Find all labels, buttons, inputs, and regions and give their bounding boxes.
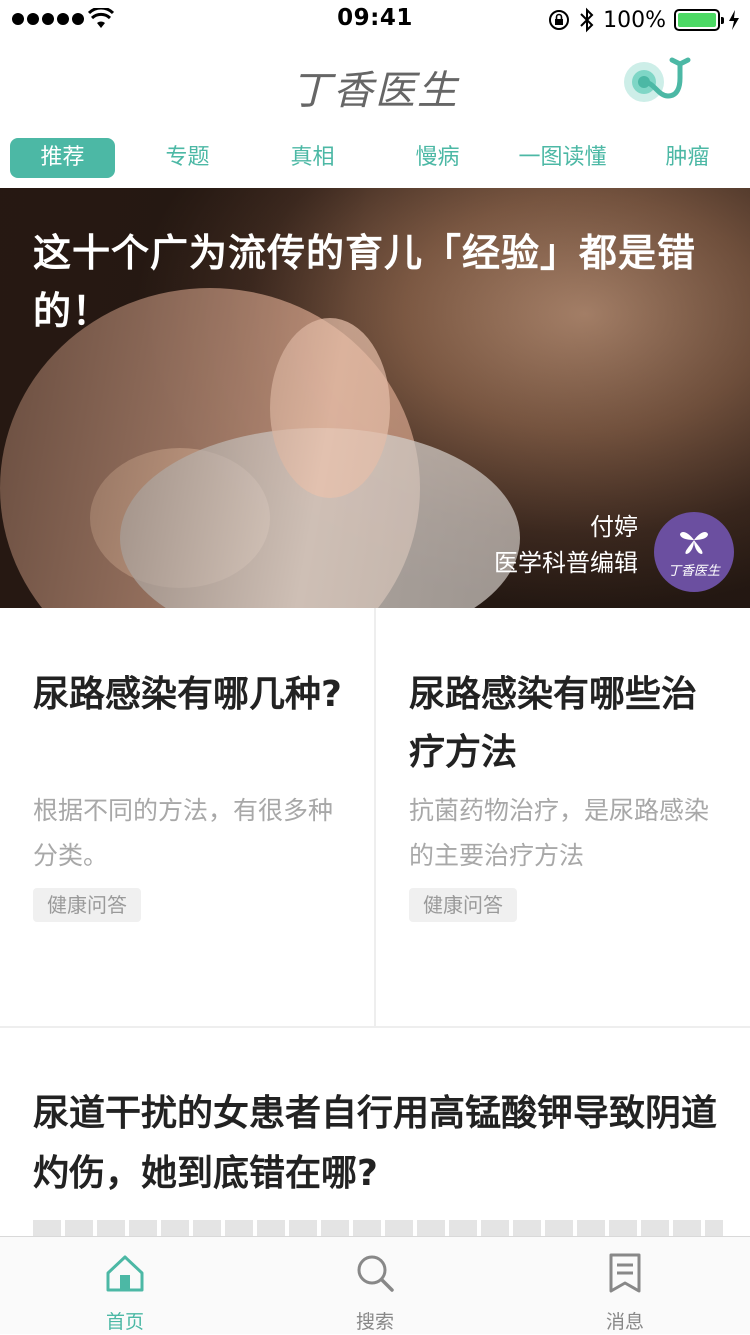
- tab-chronic[interactable]: 慢病: [385, 138, 490, 178]
- card-tag: 健康问答: [409, 888, 517, 922]
- category-tabs: 推荐 专题 真相 慢病 一图读懂 肿瘤: [0, 130, 750, 188]
- status-bar: 09:41 100%: [0, 0, 750, 40]
- bluetooth-icon: [580, 7, 594, 33]
- tab-tumor[interactable]: 肿瘤: [635, 138, 740, 178]
- author-name: 付婷: [590, 513, 638, 541]
- card-title: 尿路感染有哪几种?: [33, 674, 342, 715]
- card-description: 抗菌药物治疗，是尿路感染的主要治疗方法: [409, 796, 710, 870]
- nav-label: 搜索: [355, 1311, 394, 1333]
- app-header: 丁香医生: [0, 40, 750, 130]
- nav-label: 消息: [605, 1311, 644, 1333]
- tab-truth[interactable]: 真相: [260, 138, 365, 178]
- stethoscope-icon[interactable]: [620, 52, 700, 112]
- search-icon: [357, 1255, 394, 1292]
- nav-home[interactable]: 首页: [0, 1237, 250, 1335]
- tab-infographic[interactable]: 一图读懂: [505, 138, 620, 178]
- article-item[interactable]: 尿道干扰的女患者自行用高锰酸钾导致阴道灼伤，她到底错在哪?: [0, 1030, 750, 1240]
- author-avatar[interactable]: 丁香医生: [654, 512, 734, 592]
- bottom-tab-bar: 首页 搜索 消息: [0, 1236, 750, 1334]
- qa-card-1[interactable]: 尿路感染有哪几种? 根据不同的方法，有很多种分类。 健康问答: [0, 608, 374, 1028]
- battery-icon: [674, 9, 724, 31]
- hero-banner[interactable]: 这十个广为流传的育儿「经验」都是错的！ 付婷 医学科普编辑 丁香医生: [0, 188, 750, 608]
- tab-topics[interactable]: 专题: [135, 138, 240, 178]
- hero-title: 这十个广为流传的育儿「经验」都是错的！: [33, 231, 697, 333]
- card-description: 根据不同的方法，有很多种分类。: [33, 796, 334, 870]
- message-icon: [609, 1253, 641, 1293]
- home-icon: [106, 1255, 144, 1292]
- badge-label: 丁香医生: [667, 564, 720, 579]
- charging-icon: [729, 10, 739, 30]
- battery-percent: 100%: [603, 7, 666, 33]
- nav-messages[interactable]: 消息: [500, 1237, 750, 1335]
- card-title: 尿路感染有哪些治疗方法: [409, 674, 698, 773]
- author-role: 医学科普编辑: [494, 549, 638, 577]
- nav-search[interactable]: 搜索: [250, 1237, 500, 1335]
- card-row: 尿路感染有哪几种? 根据不同的方法，有很多种分类。 健康问答 尿路感染有哪些治疗…: [0, 608, 750, 1028]
- hero-author: 付婷 医学科普编辑: [494, 510, 638, 582]
- qa-card-2[interactable]: 尿路感染有哪些治疗方法 抗菌药物治疗，是尿路感染的主要治疗方法 健康问答: [376, 608, 750, 1028]
- card-tag: 健康问答: [33, 888, 141, 922]
- status-right: 100%: [547, 6, 740, 34]
- orientation-lock-icon: [549, 10, 570, 30]
- tab-recommend[interactable]: 推荐: [10, 138, 115, 178]
- flower-logo-icon: [680, 532, 708, 554]
- article-title: 尿道干扰的女患者自行用高锰酸钾导致阴道灼伤，她到底错在哪?: [33, 1093, 718, 1194]
- nav-label: 首页: [105, 1311, 144, 1333]
